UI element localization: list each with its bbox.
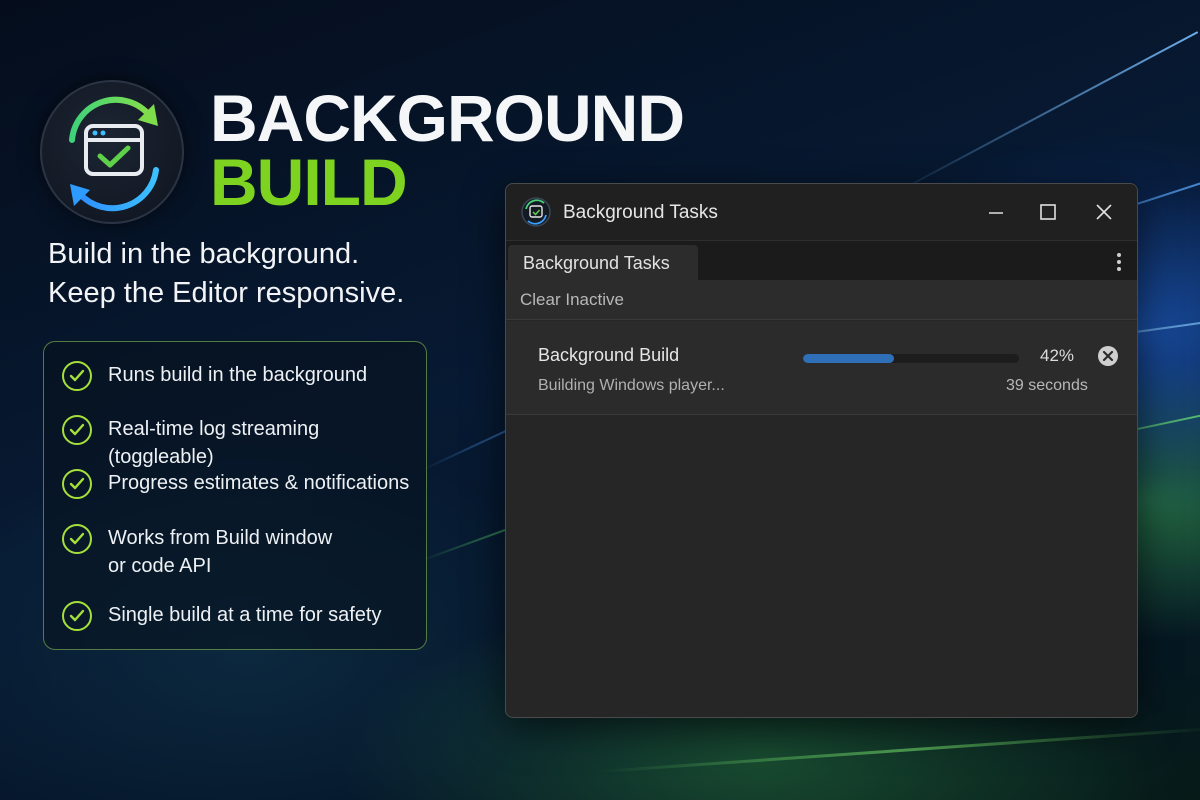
check-circle-icon <box>62 469 92 499</box>
feature-label: Runs build in the background <box>108 364 368 386</box>
window-check-sync-icon <box>69 96 159 212</box>
feature-label: Real-time log streaming (toggleable) <box>108 418 320 468</box>
task-name: Background Build <box>538 345 680 365</box>
feature-label: Works from Build window or code API <box>108 524 332 580</box>
toolbar: Clear Inactive <box>506 280 1137 320</box>
check-circle-icon <box>62 361 92 391</box>
feature-label: Progress estimates & notifications <box>108 472 410 494</box>
progress-percent: 42% <box>1040 346 1075 365</box>
tagline-line-1: Build in the background. <box>48 238 360 270</box>
app-icon <box>521 197 551 227</box>
check-circle-icon <box>62 415 92 445</box>
check-circle-icon <box>62 601 92 631</box>
window-title: Background Tasks <box>563 202 718 223</box>
task-description: Building Windows player... <box>538 377 725 394</box>
close-icon[interactable] <box>1088 196 1120 228</box>
window-titlebar[interactable]: Background Tasks <box>506 184 1137 240</box>
background-tasks-window: Background Tasks Background Tasks Clear … <box>505 183 1138 718</box>
feature-item: Single build at a time for safety <box>62 601 381 631</box>
product-title-accent: BUILD <box>210 145 408 219</box>
feature-item: Real-time log streaming (toggleable) <box>62 415 426 471</box>
logo <box>40 80 184 224</box>
tagline-line-2: Keep the Editor responsive. <box>48 277 405 309</box>
feature-label-line: Works from Build window <box>108 527 333 549</box>
progress-bar <box>803 354 1019 363</box>
feature-label-line: or code API <box>108 555 212 577</box>
feature-item: Runs build in the background <box>62 361 367 391</box>
maximize-icon[interactable] <box>1032 196 1064 228</box>
feature-item: Works from Build window or code API <box>62 524 332 580</box>
progress-bar-fill <box>803 354 894 363</box>
feature-label: Single build at a time for safety <box>108 604 382 626</box>
check-circle-icon <box>62 524 92 554</box>
tab-bar: Background Tasks <box>506 240 1137 281</box>
features-panel: Runs build in the background Real-time l… <box>43 341 427 650</box>
time-remaining: 39 seconds <box>1006 377 1088 394</box>
feature-item: Progress estimates & notifications <box>62 469 409 499</box>
clear-inactive-button[interactable]: Clear Inactive <box>520 290 624 310</box>
cancel-task-icon[interactable] <box>1096 344 1120 368</box>
task-row[interactable]: Background Build Building Windows player… <box>506 321 1137 415</box>
minimize-icon[interactable] <box>980 196 1012 228</box>
more-options-icon[interactable] <box>1112 251 1126 273</box>
tab-background-tasks[interactable]: Background Tasks <box>508 245 698 281</box>
